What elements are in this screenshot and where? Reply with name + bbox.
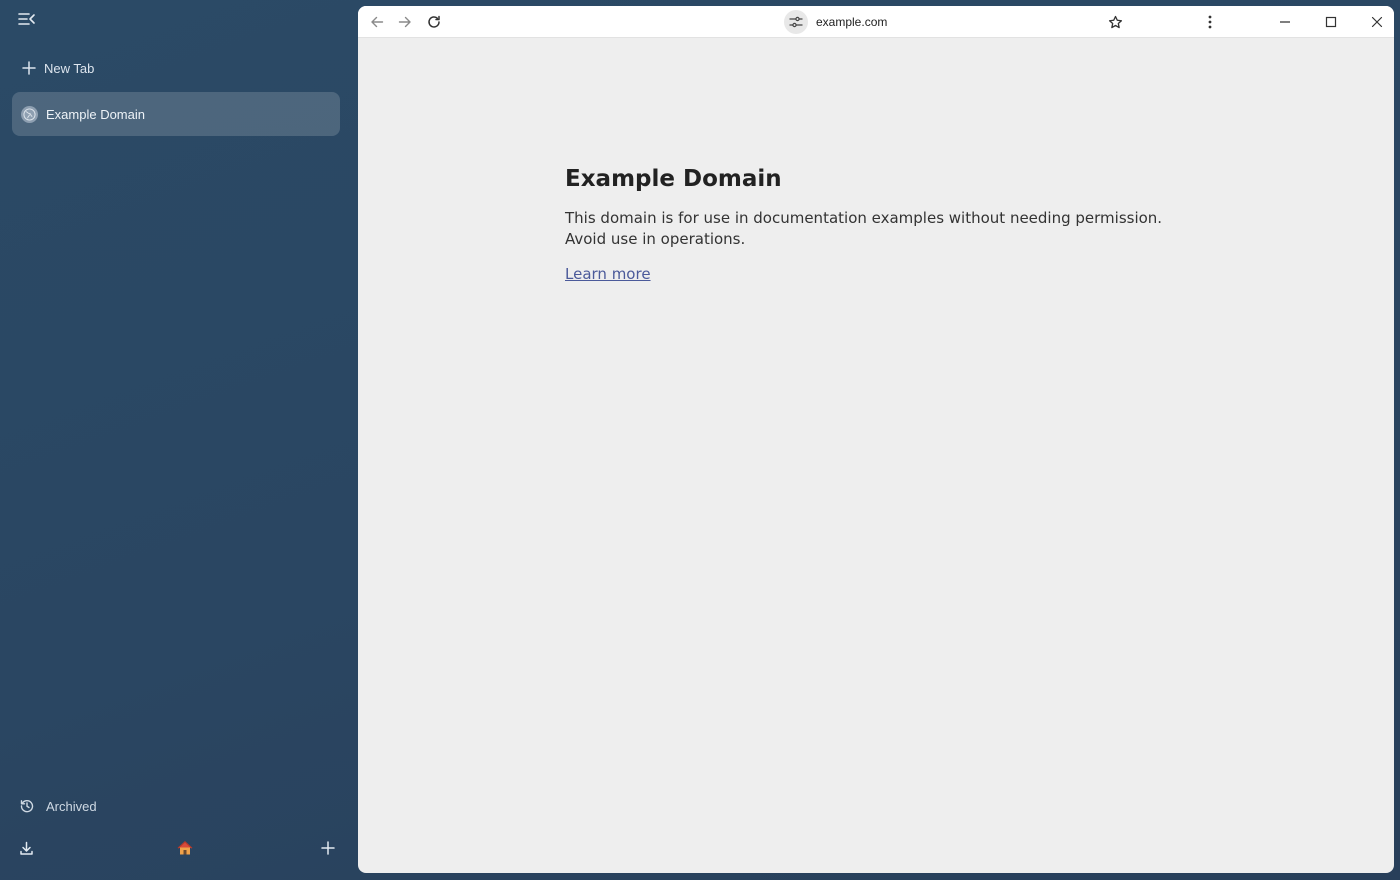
maximize-icon [1325,16,1337,28]
house-icon [177,840,193,855]
close-button[interactable] [1364,9,1390,35]
sidebar: New Tab Example Domain Archived [0,0,358,880]
add-space-button[interactable] [314,834,342,862]
page-title: Example Domain [565,166,782,192]
plus-icon [22,61,36,75]
toolbar: example.com [358,6,1394,38]
tune-icon [789,16,803,28]
plus-icon [321,841,335,855]
learn-more-link[interactable]: Learn more [565,265,651,283]
sidebar-tab-example-domain[interactable]: Example Domain [12,92,340,136]
globe-icon [21,105,38,123]
maximize-button[interactable] [1318,9,1344,35]
archived-button[interactable]: Archived [12,793,340,819]
reload-icon [428,15,440,28]
forward-button[interactable] [392,9,418,35]
minimize-button[interactable] [1272,9,1298,35]
sidebar-collapse-button[interactable] [16,9,38,29]
sidebar-bottom-bar [0,834,358,862]
download-icon [19,841,33,855]
home-space-button[interactable] [171,834,199,862]
arrow-right-icon [398,16,411,28]
menu-button[interactable] [1197,9,1223,35]
star-icon [1108,15,1122,28]
downloads-button[interactable] [12,834,40,862]
bookmark-button[interactable] [1102,9,1128,35]
arrow-left-icon [371,16,384,28]
browser-window: example.com Example Domain This domain i… [358,6,1394,873]
back-button[interactable] [364,9,390,35]
reload-button[interactable] [421,9,447,35]
new-tab-label: New Tab [44,60,95,76]
close-icon [1371,16,1383,28]
page-description: This domain is for use in documentation … [565,209,1163,248]
sidebar-tab-title: Example Domain [46,106,145,122]
archived-label: Archived [46,798,97,814]
history-icon [20,799,34,813]
sidebar-collapse-icon [18,13,35,25]
url-text[interactable]: example.com [816,15,887,29]
new-tab-button[interactable]: New Tab [12,54,340,82]
site-info-button[interactable] [784,10,808,34]
address-bar: example.com [784,10,887,34]
more-vertical-icon [1208,15,1212,29]
minimize-icon [1280,21,1290,23]
page-content: Example Domain This domain is for use in… [565,166,1185,283]
